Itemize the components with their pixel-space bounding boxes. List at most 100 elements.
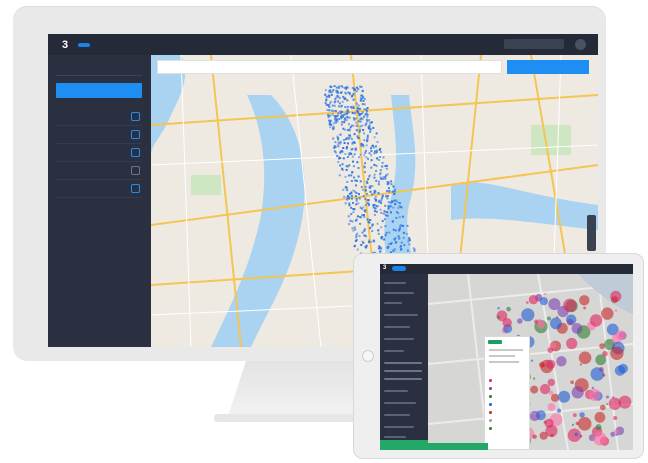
data-point [359, 120, 362, 123]
tablet-logo[interactable]: 3 [383, 265, 386, 271]
data-point [392, 185, 395, 188]
map-scrollbar[interactable] [587, 215, 596, 251]
map-bubble [570, 380, 574, 384]
home-button[interactable] [362, 350, 374, 362]
data-point [392, 228, 395, 231]
sidebar-row-5[interactable] [56, 179, 142, 198]
data-point [364, 204, 367, 207]
data-point [363, 98, 366, 101]
sidebar-row-1[interactable] [56, 107, 142, 126]
data-point [355, 199, 358, 202]
sidebar-row-2[interactable] [56, 125, 142, 144]
data-point [360, 216, 363, 219]
sidebar-select[interactable] [56, 63, 142, 76]
data-point [352, 98, 355, 101]
data-point [365, 140, 368, 143]
data-point [337, 145, 340, 148]
data-point [362, 129, 365, 131]
data-point [346, 116, 349, 119]
data-point [358, 156, 361, 159]
map-bubble [590, 367, 605, 381]
data-point [372, 144, 374, 147]
data-point [334, 145, 337, 148]
data-point [379, 172, 382, 175]
data-point [342, 157, 345, 160]
data-point [354, 149, 357, 152]
data-point [360, 186, 363, 189]
map-action-button[interactable] [507, 60, 589, 74]
map-bubble [593, 431, 607, 446]
data-point [390, 180, 393, 183]
data-point [359, 222, 362, 225]
data-point [341, 163, 344, 166]
data-point [392, 249, 395, 252]
data-point [336, 90, 339, 93]
map-bubble [614, 365, 626, 376]
data-point [392, 206, 395, 209]
data-point [337, 100, 340, 103]
data-point [327, 104, 330, 107]
data-point [379, 151, 382, 153]
map-bubble [611, 296, 618, 304]
nav-tab-active[interactable] [78, 42, 90, 47]
sidebar-row-4[interactable] [56, 161, 142, 180]
map-bubble [578, 351, 592, 365]
data-point [365, 118, 368, 121]
legend-row [489, 349, 523, 351]
map-bubble [549, 342, 557, 349]
sidebar-row-3[interactable] [56, 143, 142, 162]
data-point [402, 231, 405, 234]
tablet-sidebar-line [384, 436, 406, 438]
data-point [342, 188, 345, 191]
app-logo[interactable]: 3 [58, 38, 72, 52]
data-point [378, 247, 381, 250]
map-bubble [583, 306, 586, 310]
tablet-sidebar-line [384, 362, 422, 364]
data-point [384, 165, 387, 167]
data-point [385, 231, 388, 234]
data-point [370, 240, 373, 243]
map-bubble [539, 297, 548, 306]
data-point [324, 93, 327, 96]
data-point [348, 123, 350, 126]
data-point [348, 204, 351, 207]
data-point [355, 117, 358, 120]
tablet-nav-pill[interactable] [392, 266, 406, 271]
data-point [350, 180, 353, 182]
map-bubble [571, 323, 583, 334]
data-point [406, 224, 409, 227]
map-bubble [550, 317, 562, 330]
topbar-action-button[interactable] [504, 39, 564, 49]
data-point [326, 109, 329, 111]
map-bubble [579, 434, 583, 438]
data-point [363, 154, 366, 157]
sidebar-primary-button[interactable] [56, 83, 142, 98]
data-point [349, 126, 352, 129]
data-point [342, 127, 345, 130]
search-input[interactable] [157, 60, 502, 74]
data-point [352, 117, 355, 120]
data-point [355, 102, 358, 105]
data-point [363, 108, 366, 111]
tablet-map-view[interactable] [428, 274, 633, 450]
data-point [380, 226, 383, 229]
data-point [335, 96, 338, 99]
map-bubble [497, 307, 500, 310]
data-point [363, 229, 366, 232]
data-point [373, 210, 376, 213]
data-point [361, 90, 364, 93]
data-point [347, 137, 350, 140]
data-point [388, 187, 390, 190]
tablet-bottom-button[interactable] [428, 443, 488, 450]
map-bubble [588, 388, 601, 401]
data-point [332, 137, 335, 140]
data-point [355, 218, 358, 221]
data-point [325, 95, 328, 98]
map-bubble [544, 292, 547, 296]
avatar[interactable] [575, 39, 586, 50]
tablet-sidebar-button[interactable] [380, 440, 428, 450]
legend-dot [489, 379, 492, 382]
data-point [362, 214, 365, 217]
data-point [376, 141, 379, 143]
tablet-device: 3 [353, 253, 644, 459]
